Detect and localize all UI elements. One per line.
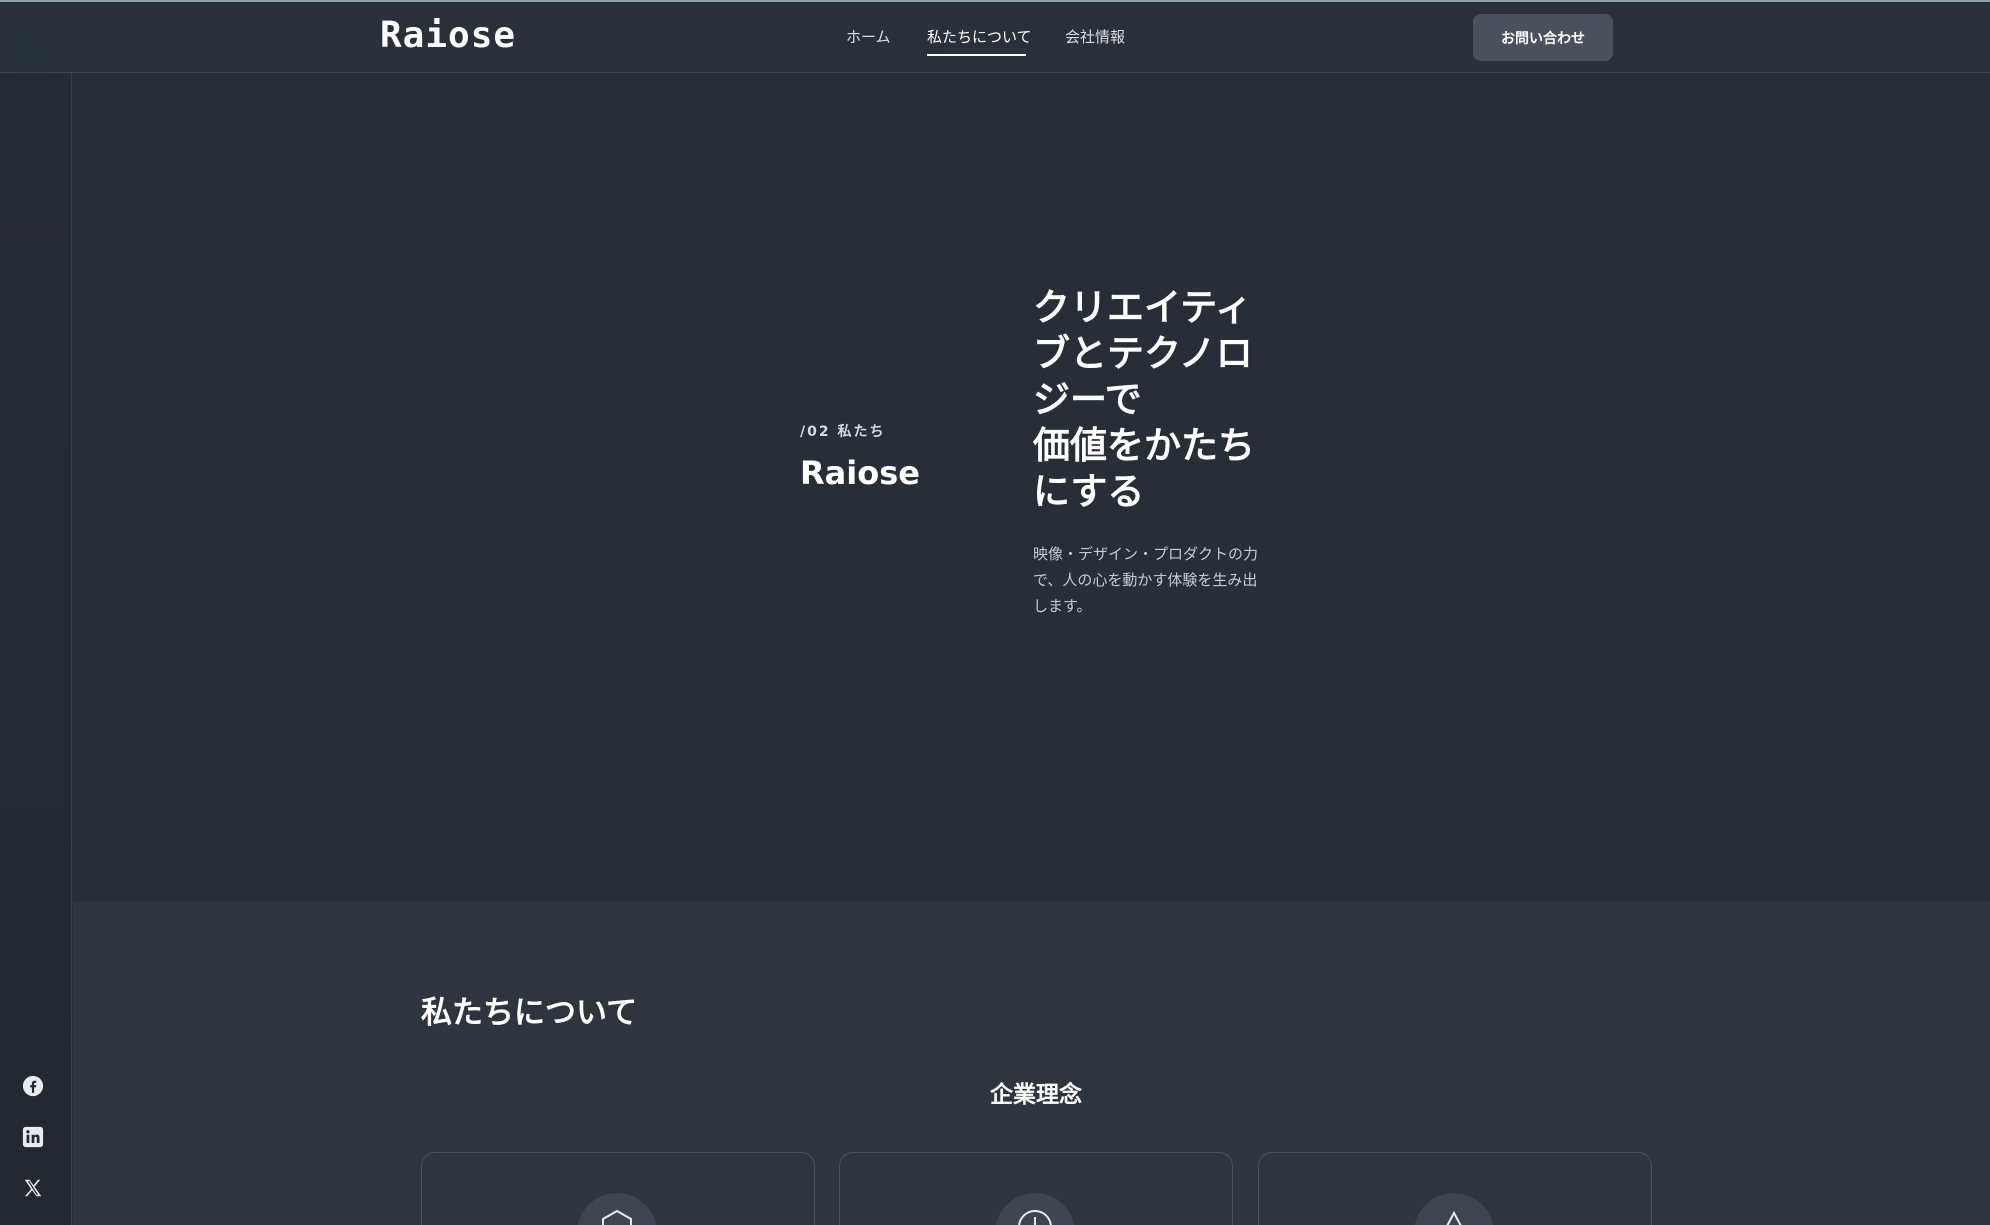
nav-company[interactable]: 会社情報 bbox=[1065, 26, 1125, 47]
nav-active-indicator bbox=[927, 54, 1026, 56]
nav-about[interactable]: 私たちについて bbox=[927, 26, 1032, 47]
contact-button[interactable]: お問い合わせ bbox=[1473, 14, 1613, 61]
social-sidebar bbox=[0, 73, 72, 1225]
nav-home[interactable]: ホーム bbox=[846, 26, 891, 47]
main-nav: ホーム 私たちについて 会社情報 bbox=[0, 2, 1990, 73]
linkedin-icon[interactable] bbox=[20, 1124, 46, 1150]
triangle-icon bbox=[1414, 1193, 1494, 1225]
x-icon[interactable] bbox=[20, 1175, 46, 1201]
site-header: Raiose ホーム 私たちについて 会社情報 お問い合わせ bbox=[0, 2, 1990, 73]
philosophy-card bbox=[1258, 1152, 1652, 1225]
company-name: Raiose bbox=[800, 454, 920, 492]
section-label: /02 私たち bbox=[800, 424, 886, 440]
corner-decoration bbox=[2, 22, 58, 78]
about-title: 私たちについて bbox=[421, 995, 638, 1031]
philosophy-heading: 企業理念 bbox=[990, 1082, 1082, 1108]
philosophy-card bbox=[421, 1152, 815, 1225]
hero-description: 映像・デザイン・プロダクトの力 で、人の心を動かす体験を生み出 します。 bbox=[1033, 545, 1259, 615]
compass-icon bbox=[995, 1193, 1075, 1225]
philosophy-card bbox=[839, 1152, 1233, 1225]
hexagon-icon bbox=[577, 1193, 657, 1225]
hero-headline: クリエイティ ブとテクノロ ジーで 価値をかたち にする bbox=[1033, 286, 1255, 513]
